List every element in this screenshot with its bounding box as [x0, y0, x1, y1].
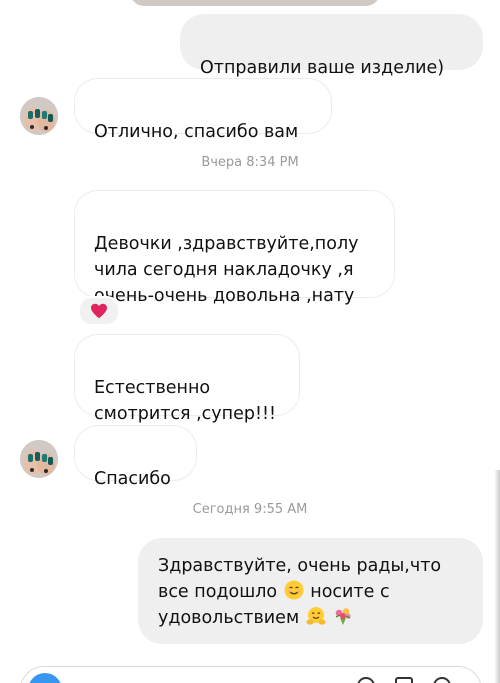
shared-photo-preview[interactable]: [130, 0, 380, 6]
outgoing-message[interactable]: Отправили ваше изделие): [180, 14, 483, 78]
avatar-image: [20, 97, 58, 135]
smiling-face-emoji: [284, 580, 304, 600]
message-text: Естественно смотрится ,супер!!!: [94, 378, 277, 424]
message-text: Отлично, спасибо вам: [94, 122, 299, 142]
timestamp-divider: Сегодня 9:55 AM: [192, 502, 308, 517]
message-line: Здравствуйте, очень рады,что: [158, 556, 442, 576]
bouquet-emoji: [335, 608, 351, 625]
avatar-image: [20, 440, 58, 478]
heart-icon: [91, 303, 107, 319]
avatar[interactable]: [20, 97, 58, 135]
hugging-face-emoji: [306, 607, 326, 625]
message-composer[interactable]: [20, 666, 482, 683]
incoming-message[interactable]: Отлично, спасибо вам: [74, 78, 332, 142]
camera-icon[interactable]: [28, 673, 62, 683]
sticker-icon[interactable]: [433, 677, 451, 683]
message-text: все подошло: [158, 582, 278, 602]
incoming-message[interactable]: Спасибо: [74, 425, 197, 489]
message-line: все подошло носите с: [158, 579, 463, 605]
message-text: Девочки ,здравствуйте,полу чила сегодня …: [94, 234, 359, 306]
incoming-message[interactable]: Естественно смотрится ,супер!!!: [74, 334, 300, 424]
screen-edge-shadow: [494, 470, 500, 683]
incoming-message[interactable]: Девочки ,здравствуйте,полу чила сегодня …: [74, 190, 395, 306]
gallery-icon[interactable]: [395, 677, 413, 683]
timestamp-divider: Вчера 8:34 PM: [201, 155, 299, 170]
avatar[interactable]: [20, 440, 58, 478]
chat-screen: Отправили ваше изделие) Отлично, спасибо…: [0, 0, 500, 683]
message-reaction[interactable]: [78, 296, 120, 326]
message-text: удовольствием: [158, 608, 300, 628]
message-text: Отправили ваше изделие): [200, 58, 445, 78]
outgoing-message[interactable]: Здравствуйте, очень рады,что все подошло…: [138, 538, 483, 644]
microphone-icon[interactable]: [357, 677, 375, 683]
message-text: носите с: [310, 582, 390, 602]
message-line: удовольствием: [158, 605, 463, 631]
message-text: Спасибо: [94, 469, 171, 489]
